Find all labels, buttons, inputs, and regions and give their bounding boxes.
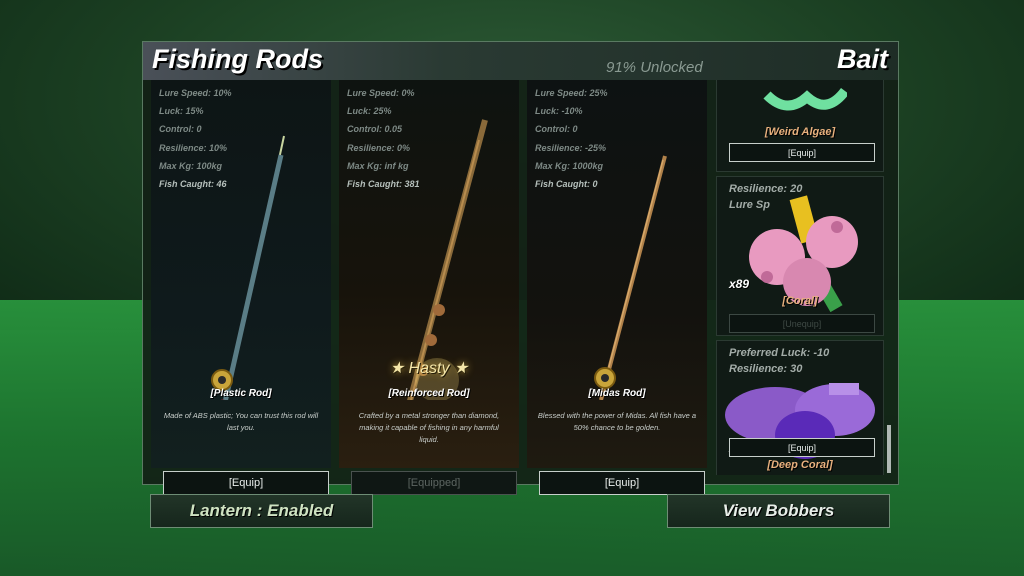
rod-description: Blessed with the power of Midas. All fis…	[537, 411, 697, 432]
lantern-toggle-button[interactable]: Lantern : Enabled	[150, 494, 373, 528]
equip-button[interactable]: [Equip]	[729, 438, 875, 457]
unequip-button[interactable]: [Unequip]	[729, 314, 875, 333]
bait-stat: Preferred Luck: -10	[729, 347, 830, 359]
equip-button[interactable]: [Equip]	[539, 471, 705, 495]
rod-card-reinforced[interactable]: Lure Speed: 0% Luck: 25% Control: 0.05 R…	[339, 80, 519, 495]
rod-name: [Midas Rod]	[588, 388, 646, 399]
hasty-badge: ★ Hasty ★	[389, 360, 469, 377]
equip-button[interactable]: [Equip]	[163, 471, 329, 495]
inventory-panel: Fishing Rods 91% Unlocked Bait Lure Spee…	[142, 41, 899, 512]
algae-icon	[763, 87, 847, 111]
vertical-scrollbar[interactable]	[887, 425, 891, 473]
bait-name: [Deep Coral]	[767, 459, 833, 471]
rod-description: Crafted by a metal stronger than diamond…	[358, 411, 500, 444]
rod-name: [Plastic Rod]	[210, 388, 272, 399]
bait-stat: Resilience: 30	[729, 363, 803, 375]
equip-button[interactable]: [Equip]	[729, 143, 875, 162]
rod-card-midas[interactable]: Lure Speed: 25% Luck: -10% Control: 0 Re…	[527, 80, 707, 495]
unlocked-percent: 91% Unlocked	[606, 59, 703, 76]
view-bobbers-button[interactable]: View Bobbers	[667, 494, 890, 528]
rod-description: Made of ABS plastic; You can trust this …	[163, 411, 319, 432]
reinforced-rod-icon	[407, 119, 488, 400]
bait-name: [Weird Algae]	[764, 126, 836, 138]
bait-title: Bait	[837, 44, 889, 74]
rod-card-plastic[interactable]: Lure Speed: 10% Luck: 15% Control: 0 Res…	[151, 80, 331, 495]
bait-quantity: x89	[729, 277, 750, 291]
bait-name: [Coral]	[782, 295, 818, 307]
bait-list[interactable]: [Weird Algae] [Equip] Resilience: 20 Lur…	[716, 80, 893, 475]
equipped-button[interactable]: [Equipped]	[351, 471, 517, 495]
rod-name: [Reinforced Rod]	[388, 388, 470, 399]
plastic-rod-icon	[211, 135, 285, 400]
fishing-rods-title: Fishing Rods	[152, 44, 323, 74]
midas-rod-icon	[594, 155, 667, 400]
bait-card-weird-algae[interactable]: [Weird Algae] [Equip]	[716, 80, 884, 172]
rods-list[interactable]: Lure Speed: 10% Luck: 15% Control: 0 Res…	[151, 80, 707, 512]
bait-card-coral[interactable]: Resilience: 20 Lure Sp x89 [Coral] [Uneq…	[716, 176, 884, 336]
panel-header: Fishing Rods 91% Unlocked Bait	[143, 42, 898, 80]
